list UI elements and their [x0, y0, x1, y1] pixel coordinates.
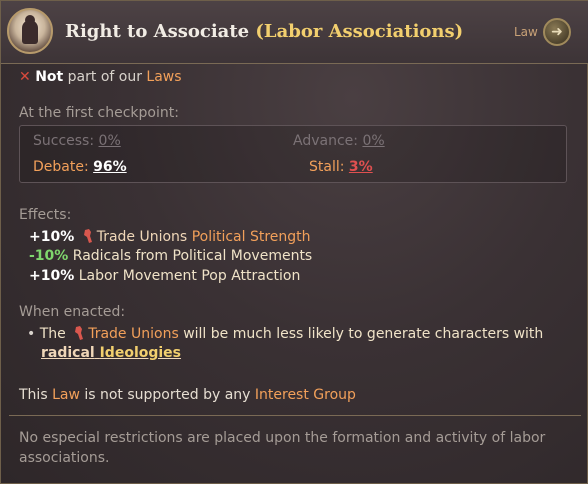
stall-value: 3% — [348, 159, 373, 175]
advance-label: Advance: — [293, 133, 358, 149]
go-to-law-button[interactable]: ➜ — [543, 18, 571, 46]
status-rest: part of our — [63, 69, 147, 85]
trade-union-fist-icon — [83, 229, 92, 243]
effect-1-attr: Political Strength — [191, 229, 311, 245]
ideologies-word: Ideologies — [99, 345, 182, 361]
trade-union-fist-icon — [75, 326, 84, 340]
effect-2-value: -10% — [29, 248, 69, 264]
debate-label: Debate: — [33, 159, 89, 175]
radical-word: radical — [41, 345, 95, 361]
bullet: • — [27, 326, 36, 342]
law-title-main: Right to Associate — [65, 21, 250, 42]
law-title-group: (Labor Associations) — [255, 21, 464, 42]
tooltip-header: Right to Associate (Labor Associations) … — [1, 1, 588, 64]
enacted-effect-line: • The Trade Unions will be much less lik… — [27, 325, 543, 342]
enacted-group[interactable]: Trade Unions — [88, 326, 179, 342]
support-mid: is not supported by any — [84, 387, 251, 403]
law-type-tag: Law — [514, 25, 538, 39]
support-law-link[interactable]: Law — [52, 387, 80, 403]
effect-row-2: -10% Radicals from Political Movements — [29, 248, 312, 264]
divider — [9, 415, 581, 416]
effect-3-text: Labor Movement Pop Attraction — [78, 268, 301, 284]
stall-chance: Stall: 3% — [309, 159, 373, 175]
support-this: This — [19, 387, 48, 403]
effects-heading: Effects: — [19, 207, 72, 223]
advance-value: 0% — [362, 133, 385, 149]
effect-1-subject[interactable]: Trade Unions — [97, 229, 188, 245]
effect-3-value: +10% — [29, 268, 75, 284]
radical-ideologies-link[interactable]: radical Ideologies — [41, 345, 181, 361]
arrow-right-icon: ➜ — [551, 24, 563, 40]
checkpoint-heading: At the first checkpoint: — [19, 105, 179, 121]
laws-link[interactable]: Laws — [146, 69, 181, 85]
enacted-the: The — [39, 326, 66, 342]
success-label: Success: — [33, 133, 95, 149]
status-not: Not — [35, 69, 64, 85]
law-title: Right to Associate (Labor Associations) — [65, 21, 463, 42]
advance-chance: Advance: 0% — [293, 133, 385, 149]
red-x-icon: ✕ — [19, 69, 31, 85]
stall-label: Stall: — [309, 159, 345, 175]
debate-chance: Debate: 96% — [33, 159, 127, 175]
success-chance: Success: 0% — [33, 133, 121, 149]
effect-row-3: +10% Labor Movement Pop Attraction — [29, 268, 300, 284]
law-description: No especial restrictions are placed upon… — [19, 430, 546, 466]
effect-1-value: +10% — [29, 229, 75, 245]
enacted-text: will be much less likely to generate cha… — [183, 326, 544, 342]
interest-group-link[interactable]: Interest Group — [255, 387, 356, 403]
law-portrait-icon — [7, 8, 53, 54]
debate-value: 96% — [93, 159, 127, 175]
support-line: This Law is not supported by any Interes… — [19, 387, 356, 403]
success-value: 0% — [98, 133, 121, 149]
effect-row-1: +10% Trade Unions Political Strength — [29, 228, 311, 245]
law-status-line: ✕ Not part of our Laws — [19, 69, 182, 85]
law-tooltip: Right to Associate (Labor Associations) … — [0, 0, 588, 484]
enacted-heading: When enacted: — [19, 304, 126, 320]
effect-2-text: Radicals from Political Movements — [72, 248, 313, 264]
